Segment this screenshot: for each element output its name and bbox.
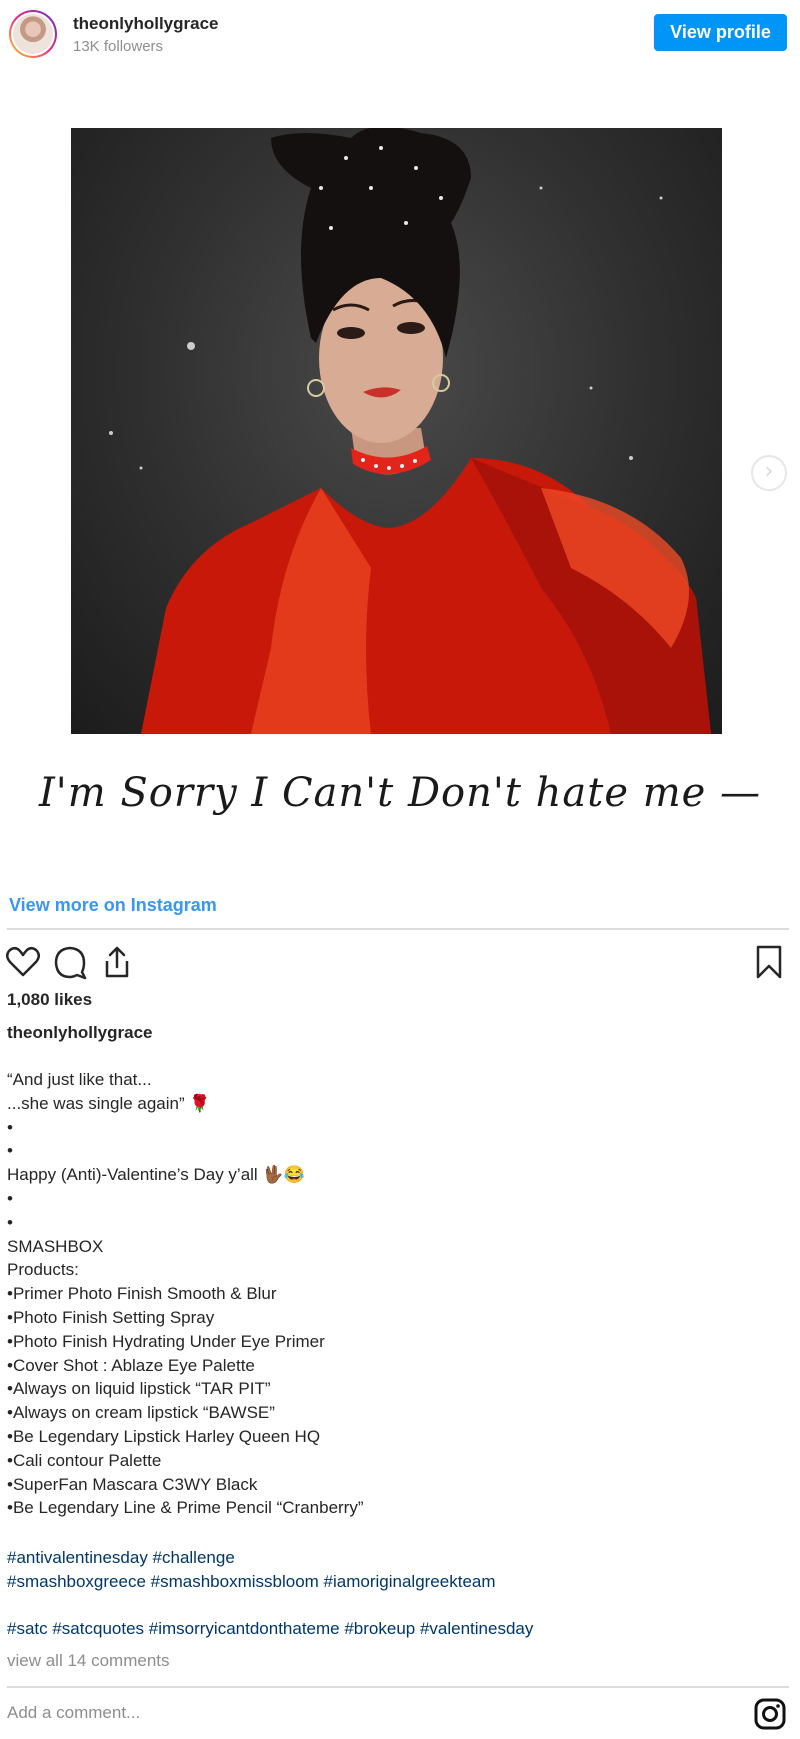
view-comments-link[interactable]: view all 14 comments <box>7 1651 170 1671</box>
caption-line: •Always on cream lipstick “BAWSE” <box>7 1403 275 1423</box>
like-count[interactable]: 1,080 likes <box>7 990 92 1010</box>
caption-line: •Cali contour Palette <box>7 1450 162 1470</box>
image-script-caption: I'm Sorry I Can't Don't hate me — <box>38 770 762 816</box>
follower-count: 13K followers <box>73 38 164 55</box>
post-photo[interactable] <box>71 128 722 734</box>
bookmark-icon[interactable] <box>751 944 787 980</box>
caption-line: •Cover Shot : Ablaze Eye Palette <box>7 1355 255 1375</box>
caption-line: •Photo Finish Setting Spray <box>7 1307 215 1327</box>
share-icon[interactable] <box>99 944 135 980</box>
instagram-icon[interactable] <box>754 1698 786 1730</box>
hashtag-line[interactable]: #satc #satcquotes #imsorryicantdonthatem… <box>7 1617 787 1641</box>
hashtag-block: #antivalentinesday #challenge #smashboxg… <box>7 1546 787 1641</box>
portrait-illustration <box>109 128 711 734</box>
caption-line: ...she was single again” 🌹 <box>7 1093 211 1113</box>
post-header: theonlyhollygrace 13K followers View pro… <box>0 0 800 70</box>
avatar-image <box>11 12 55 56</box>
caption-line: • <box>7 1117 13 1137</box>
caption-line: • <box>7 1212 13 1232</box>
caption-line: • <box>7 1141 13 1161</box>
next-slide-button[interactable]: › <box>751 455 787 491</box>
caption-username[interactable]: theonlyhollygrace <box>7 1023 152 1043</box>
caption-line: SMASHBOX <box>7 1236 104 1256</box>
caption-line: • <box>7 1188 13 1208</box>
caption-line: •Be Legendary Line & Prime Pencil “Cranb… <box>7 1498 364 1518</box>
caption-line: •SuperFan Mascara C3WY Black <box>7 1474 258 1494</box>
avatar[interactable] <box>9 10 57 58</box>
caption-line: “And just like that... <box>7 1070 152 1089</box>
caption-line: •Photo Finish Hydrating Under Eye Primer <box>7 1331 325 1351</box>
hashtag-line[interactable]: #smashboxgreece #smashboxmissbloom #iamo… <box>7 1570 787 1594</box>
caption-line: •Primer Photo Finish Smooth & Blur <box>7 1284 277 1304</box>
caption-line: Happy (Anti)-Valentine’s Day y’all 🖖🏾😂 <box>7 1165 305 1185</box>
view-profile-button[interactable]: View profile <box>654 14 787 51</box>
header-username[interactable]: theonlyhollygrace <box>73 14 218 34</box>
divider <box>7 928 789 930</box>
hashtag-line[interactable]: #antivalentinesday #challenge <box>7 1546 787 1570</box>
divider <box>7 1686 789 1688</box>
caption-line: Products: <box>7 1260 79 1280</box>
add-comment-input[interactable] <box>7 1703 707 1723</box>
heart-icon[interactable] <box>5 944 41 980</box>
caption-line: •Always on liquid lipstick “TAR PIT” <box>7 1379 271 1399</box>
chevron-right-icon: › <box>764 459 774 484</box>
view-more-link[interactable]: View more on Instagram <box>9 895 217 916</box>
post-caption: “And just like that... ...she was single… <box>7 1068 787 1520</box>
caption-line: •Be Legendary Lipstick Harley Queen HQ <box>7 1426 321 1446</box>
comment-icon[interactable] <box>52 944 88 980</box>
